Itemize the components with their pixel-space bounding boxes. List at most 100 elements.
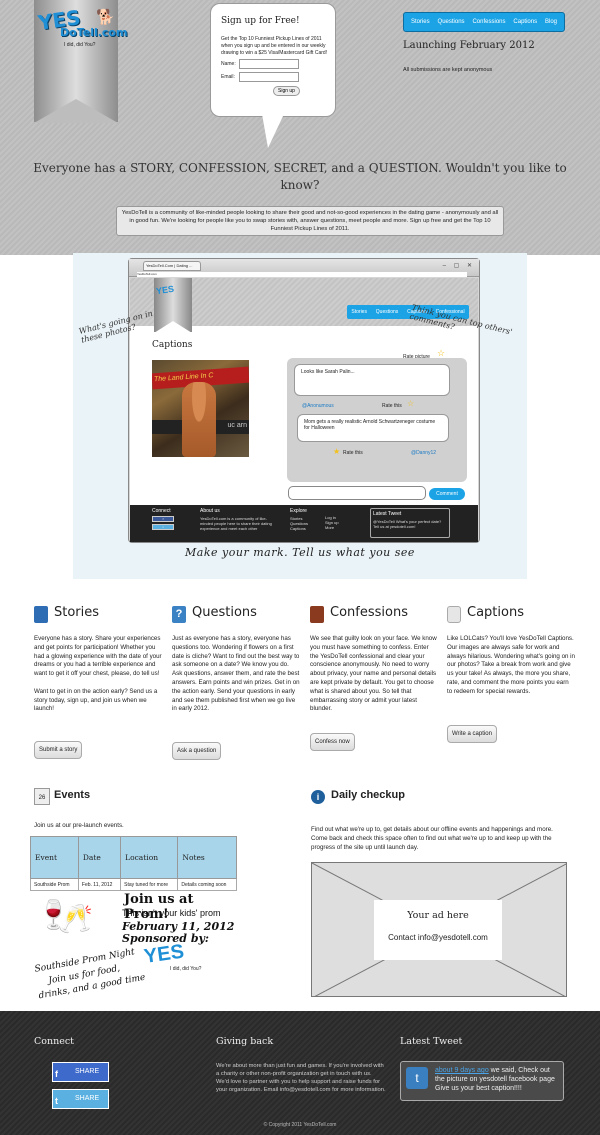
- preview-footer-heading: Latest Tweet: [373, 511, 402, 517]
- browser-toolbar: YesDoTell.Com | Dating ... – ▢ ✕ YesDoTe…: [129, 259, 479, 277]
- caption-photo: The Land Line In C uc arn: [152, 360, 249, 457]
- name-field-row: Name:: [221, 59, 329, 70]
- ad-box: Your ad here Contact info@yesdotell.com: [374, 900, 502, 960]
- prom-promo: 🍷 🥂 Join us at Prom! This isn't your kid…: [30, 890, 237, 1008]
- star-icon: ★: [333, 447, 341, 456]
- feature-title: Confessions: [330, 605, 408, 620]
- email-input[interactable]: [239, 72, 299, 83]
- footer-giving-title: Giving back: [216, 1036, 274, 1047]
- site-footer: Connect f SHARE t SHARE Giving back We'r…: [0, 1011, 600, 1135]
- twitter-share-icon: t: [152, 524, 174, 530]
- ad-contact: Contact info@yesdotell.com: [388, 933, 488, 942]
- preview-about-text: YesDoTell.com is a community of like-min…: [200, 516, 272, 531]
- comment-handle: @Anonumous: [302, 403, 334, 409]
- question-mark-icon: ?: [172, 606, 186, 623]
- table-header: Date: [77, 836, 122, 879]
- ad-title: Your ad here: [407, 910, 469, 921]
- launch-date: Launching February 2012: [403, 40, 535, 51]
- name-label: Name:: [221, 61, 236, 68]
- submit-story-button[interactable]: Submit a story: [34, 741, 83, 759]
- signup-text: Get the Top 10 Funniest Pickup Lines of …: [221, 36, 328, 56]
- logo-tagline: I did, did You?: [64, 42, 96, 48]
- share-label: SHARE: [75, 1095, 100, 1102]
- preview-tweet: @YesDoTell What's your perfect date? Tel…: [373, 519, 442, 529]
- rate-this-label: Rate this: [343, 450, 363, 456]
- intro-text: YesDoTell is a community of like-minded …: [116, 206, 504, 237]
- table-header: Event: [30, 836, 79, 879]
- name-input[interactable]: [239, 59, 299, 70]
- photo-figure: [182, 382, 216, 457]
- preview-footer-heading: Connect: [152, 508, 171, 514]
- signup-button[interactable]: Sign up: [273, 86, 300, 97]
- nav-blog[interactable]: Blog: [545, 19, 557, 25]
- footer-connect-title: Connect: [34, 1036, 74, 1047]
- dog-mascot-icon: 🐕: [96, 9, 115, 26]
- feature-text: Like LOLCats? You'll love YesDoTell Capt…: [447, 635, 575, 695]
- feature-text: Everyone has a story. Share your experie…: [34, 635, 162, 713]
- ask-question-button[interactable]: Ask a question: [172, 742, 222, 760]
- browser-tab: YesDoTell.Com | Dating ...: [143, 261, 201, 271]
- main-nav: Stories Questions Confessions Captions B…: [403, 12, 565, 32]
- events-title: Events: [54, 789, 91, 801]
- email-label: Email:: [221, 74, 235, 81]
- facebook-icon: f: [55, 1069, 58, 1079]
- tweet-text: about 9 days ago we said, Check out the …: [435, 1066, 559, 1093]
- preview-tweet-box: Latest Tweet @YesDoTell What's your perf…: [370, 508, 450, 538]
- daily-text: Find out what we're up to, get details a…: [311, 826, 553, 851]
- book-icon: [34, 606, 48, 623]
- copyright: © Copyright 2011 YesDoTell.com: [263, 1122, 337, 1128]
- email-field-row: Email:: [221, 72, 329, 83]
- nav-captions[interactable]: Captions: [513, 19, 537, 25]
- browser-window: YesDoTell.Com | Dating ... – ▢ ✕ YesDoTe…: [128, 258, 480, 543]
- signup-title: Sign up for Free!: [221, 16, 300, 26]
- table-cell: Stay tuned for more: [120, 878, 179, 891]
- confess-now-button[interactable]: Confess now: [310, 733, 355, 751]
- feature-text: Just as everyone has a story, everyone h…: [172, 635, 300, 713]
- sponsor-logo-tag: I did, did You?: [170, 966, 202, 972]
- tweet-link[interactable]: about 9 days ago: [435, 1067, 489, 1074]
- write-caption-button[interactable]: Write a caption: [447, 725, 497, 743]
- logo-ribbon[interactable]: YES DoTell.com I did, did You? 🐕: [34, 0, 128, 123]
- preview-footer: Connect f t About us YesDoTell.com is a …: [130, 505, 478, 542]
- twitter-share-button[interactable]: t SHARE: [52, 1089, 109, 1109]
- preview-footer-heading: Explore: [290, 508, 307, 514]
- site-header: YES DoTell.com I did, did You? 🐕 Sign up…: [0, 0, 600, 255]
- preview-comments: Looks like Sarah Palin... @Anonumous Rat…: [287, 358, 467, 482]
- facebook-share-button[interactable]: f SHARE: [52, 1062, 109, 1082]
- nav-confessions[interactable]: Confessions: [472, 19, 505, 25]
- feature-title: Stories: [54, 605, 100, 620]
- table-row: Southside Prom Feb. 11, 2012 Stay tuned …: [30, 878, 237, 891]
- preview-nav-stories: Stories: [351, 309, 367, 315]
- preview-footer-heading: About us: [200, 508, 220, 514]
- events-intro: Join us at our pre-launch events.: [34, 822, 124, 829]
- star-icon: ☆: [407, 399, 415, 408]
- nav-stories[interactable]: Stories: [411, 19, 430, 25]
- preview-footer-explore: Explore Stories Questions Captions: [290, 508, 308, 531]
- events-table: Event Date Location Notes Southside Prom…: [30, 836, 237, 891]
- wine-glass-icon: 🥂: [58, 903, 93, 934]
- table-cell: Feb. 11, 2012: [77, 878, 122, 891]
- preview-footer-connect: Connect f t: [152, 508, 174, 530]
- browser-url: YesDoTell.com: [137, 272, 467, 277]
- preview-link: Captions: [290, 526, 306, 531]
- logo-dotell: DoTell.com: [60, 26, 128, 39]
- window-controls-icon: – ▢ ✕: [442, 263, 475, 269]
- preview-nav-questions: Questions: [375, 309, 399, 315]
- preview-footer-account: Log in Sign up More: [325, 515, 339, 530]
- anonymous-note: All submissions are kept anonymous: [403, 67, 493, 73]
- ad-placeholder[interactable]: Your ad here Contact info@yesdotell.com: [311, 862, 567, 997]
- footer-tweet-title: Latest Tweet: [400, 1036, 463, 1047]
- preview-comment-input: [288, 486, 426, 500]
- site-preview-panel: YesDoTell.Com | Dating ... – ▢ ✕ YesDoTe…: [73, 253, 527, 579]
- preview-logo: YES: [155, 283, 175, 297]
- site-logo[interactable]: YES DoTell.com I did, did You? 🐕: [37, 5, 128, 50]
- facebook-share-icon: f: [152, 516, 174, 522]
- table-header: Notes: [177, 836, 237, 879]
- daily-title: Daily checkup: [331, 789, 405, 801]
- preview-link: More: [325, 525, 335, 530]
- feature-title: Captions: [467, 605, 524, 620]
- info-icon: i: [311, 790, 325, 804]
- nav-questions[interactable]: Questions: [438, 19, 465, 25]
- signup-bubble-tail: [262, 114, 284, 148]
- signup-box: Sign up for Free! Get the Top 10 Funnies…: [210, 3, 336, 117]
